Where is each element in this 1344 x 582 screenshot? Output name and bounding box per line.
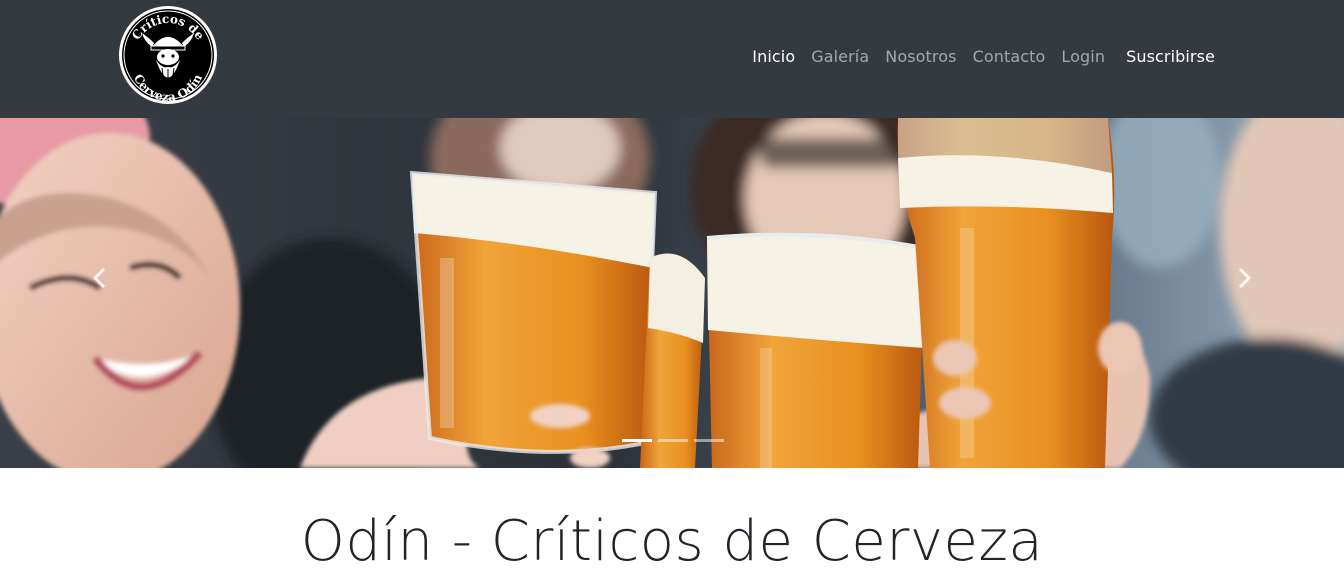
carousel-next-button[interactable] xyxy=(1199,248,1289,308)
nav-link-inicio[interactable]: Inicio xyxy=(752,47,795,66)
nav-menu: Inicio Galería Nosotros Contacto Login S… xyxy=(736,44,1215,68)
hero-carousel xyxy=(0,118,1344,468)
nav-link-nosotros[interactable]: Nosotros xyxy=(885,47,956,66)
nav-link-contacto[interactable]: Contacto xyxy=(973,47,1046,66)
chevron-right-icon xyxy=(1238,267,1252,289)
nav-link-galeria[interactable]: Galería xyxy=(811,47,869,66)
subscribe-button[interactable]: Suscribirse xyxy=(1126,47,1215,66)
navbar: Críticos de Cerveza Odín Inicio Galería … xyxy=(0,0,1344,118)
page-title: Odín - Críticos de Cerveza xyxy=(300,509,1044,574)
carousel-indicators xyxy=(622,439,724,442)
beer-toast-photo xyxy=(0,118,1344,468)
chevron-left-icon xyxy=(92,267,106,289)
carousel-indicator[interactable] xyxy=(694,439,724,442)
carousel-prev-button[interactable] xyxy=(55,248,145,308)
brand-logo[interactable]: Críticos de Cerveza Odín xyxy=(118,5,218,105)
carousel-indicator[interactable] xyxy=(622,439,652,442)
carousel-indicator[interactable] xyxy=(658,439,688,442)
nav-link-login[interactable]: Login xyxy=(1061,47,1105,66)
viking-logo-icon: Críticos de Cerveza Odín xyxy=(119,6,217,104)
